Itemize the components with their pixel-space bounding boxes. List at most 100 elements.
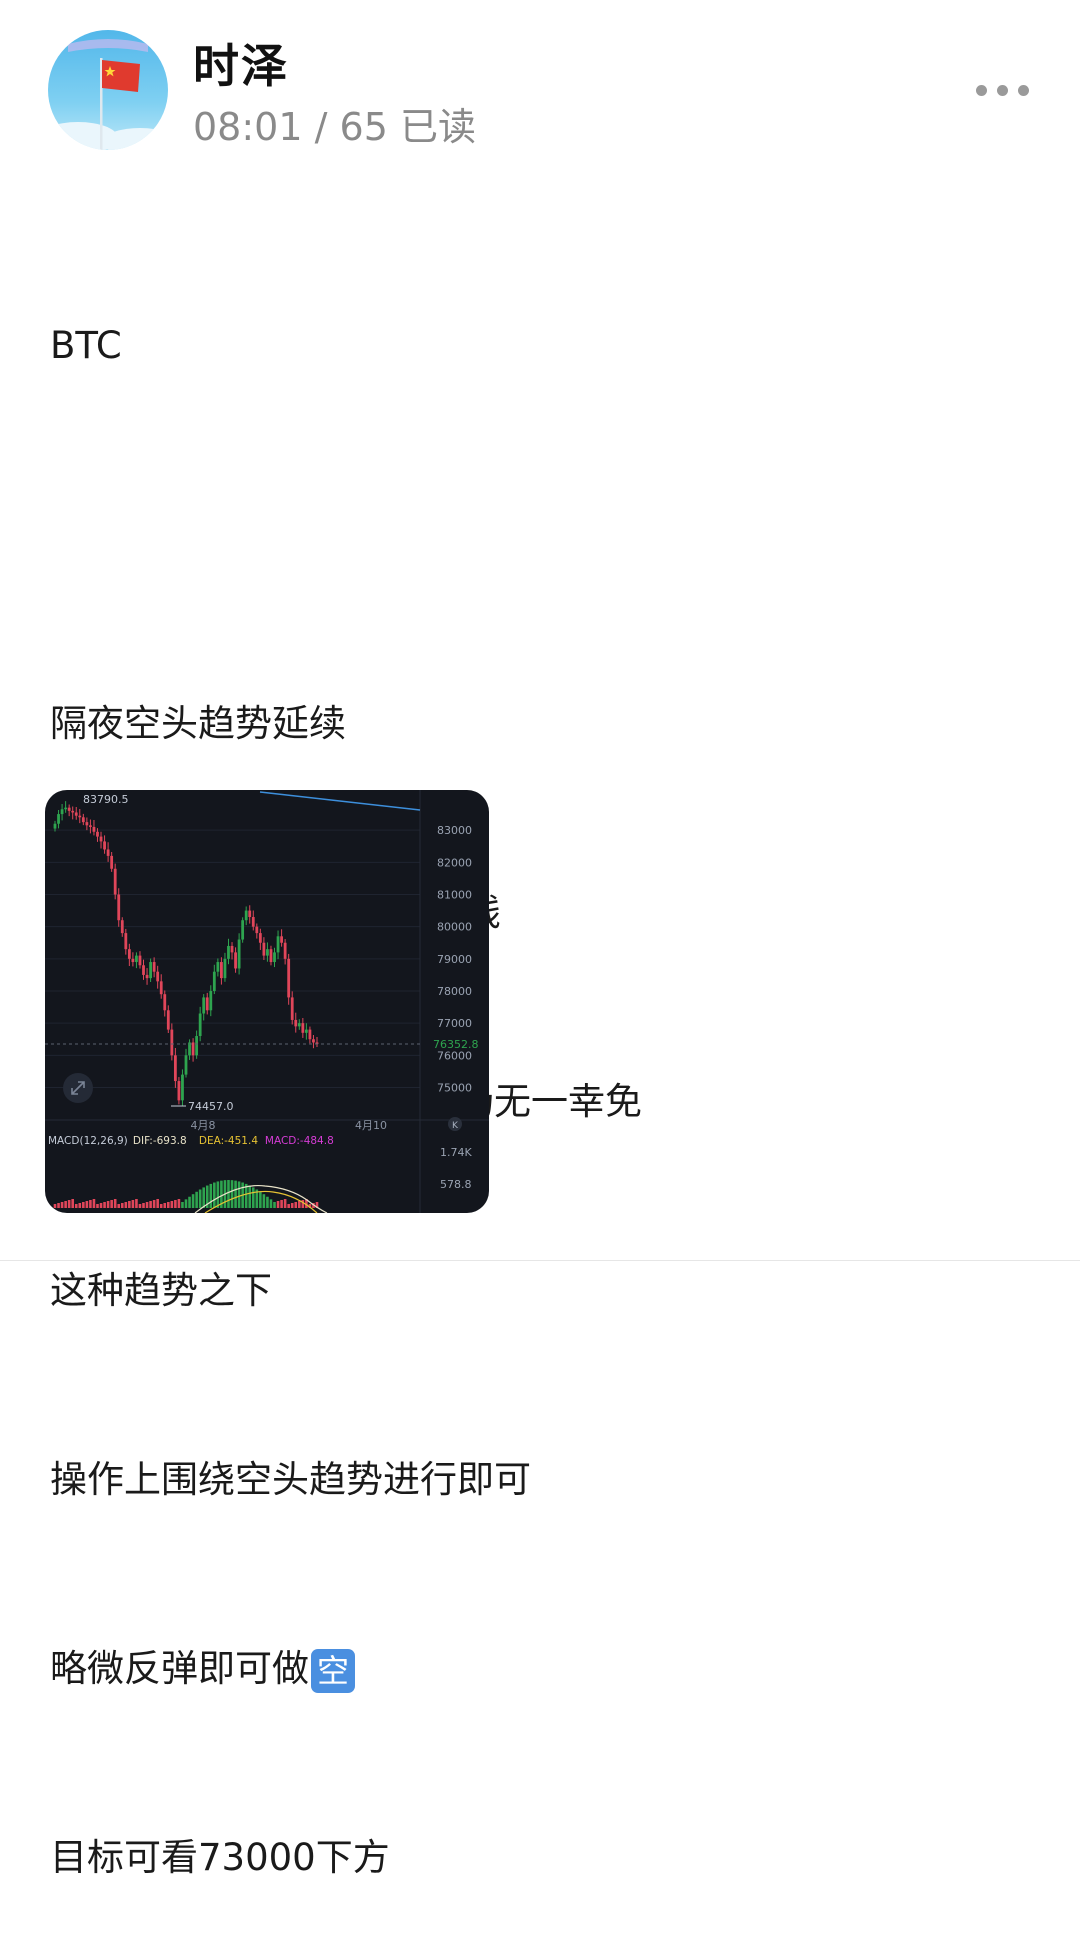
macd-histogram-bar — [283, 1199, 287, 1208]
candle-body — [78, 815, 82, 818]
macd-histogram-bar — [82, 1202, 85, 1208]
candle-body — [64, 807, 68, 810]
macd-histogram-bar — [198, 1189, 202, 1208]
candle-body — [251, 917, 255, 927]
post-time: 08:01 — [193, 105, 303, 149]
candle-body — [273, 952, 276, 963]
post-line: 目标可看73000下方 — [50, 1836, 390, 1879]
macd-histogram-bar — [163, 1203, 167, 1208]
avatar[interactable] — [48, 30, 168, 150]
macd-histogram-bar — [297, 1201, 301, 1208]
candle-body — [120, 920, 124, 934]
macd-histogram-bar — [85, 1201, 89, 1208]
post-line: BTC — [50, 324, 122, 367]
macd-histogram-bar — [74, 1204, 78, 1208]
post-line: 这种趋势之下 — [50, 1269, 272, 1312]
macd-histogram-bar — [213, 1182, 216, 1208]
username[interactable]: 时泽 — [193, 30, 289, 96]
candle-body — [67, 807, 71, 811]
macd-histogram-bar — [227, 1180, 230, 1208]
candle-body — [276, 936, 280, 953]
post-line — [50, 503, 642, 566]
macd-histogram-bar — [110, 1200, 113, 1208]
candle-body — [156, 971, 160, 982]
more-options-button[interactable] — [966, 72, 1038, 108]
candle-body — [202, 997, 206, 1014]
macd-histogram-bar — [188, 1196, 191, 1208]
macd-legend-text: MACD:-484.8 — [265, 1135, 334, 1147]
candle-body — [96, 831, 99, 837]
candle-body — [85, 822, 89, 826]
kong-emoji-icon: 空 — [311, 1648, 355, 1693]
candle-body — [127, 949, 131, 959]
candle-body — [308, 1029, 312, 1040]
last-price-label: 76352.8 — [433, 1038, 479, 1051]
candle-body — [297, 1023, 301, 1027]
macd-histogram-bar — [106, 1201, 110, 1208]
candle-body — [138, 955, 142, 966]
candle-body — [248, 910, 252, 918]
macd-histogram-bar — [124, 1202, 128, 1208]
candle-body — [163, 994, 167, 1011]
y-tick-label: 78000 — [437, 985, 472, 998]
more-dot-icon — [1017, 84, 1029, 96]
candle-body — [173, 1055, 177, 1082]
candle-body — [216, 962, 220, 972]
read-count: 65 — [339, 105, 388, 149]
post-line: 隔夜空头趋势延续 — [50, 702, 346, 745]
macd-histogram-bar — [96, 1204, 99, 1208]
candle-body — [255, 926, 259, 934]
candle-body — [159, 981, 163, 995]
candle-body — [304, 1029, 308, 1033]
candle-body — [230, 945, 234, 953]
macd-histogram-bar — [216, 1181, 220, 1208]
macd-histogram-bar — [138, 1204, 142, 1208]
macd-histogram-bar — [259, 1191, 262, 1208]
candle-body — [191, 1042, 195, 1056]
macd-histogram-bar — [78, 1203, 82, 1208]
x-axis-label: 4月10 — [355, 1119, 387, 1132]
macd-histogram-bar — [152, 1200, 156, 1208]
macd-histogram-bar — [103, 1202, 106, 1208]
macd-histogram-bar — [248, 1185, 252, 1208]
post-meta: 08:01 / 65 已读 — [193, 96, 476, 151]
divider — [0, 1260, 1080, 1261]
candle-body — [177, 1081, 181, 1101]
macd-histogram-bar — [99, 1203, 103, 1208]
macd-legend-text: DEA:-451.4 — [199, 1135, 258, 1147]
macd-histogram-bar — [202, 1187, 206, 1208]
macd-histogram-bar — [117, 1204, 121, 1208]
macd-histogram-bar — [89, 1200, 92, 1208]
macd-histogram-bar — [159, 1204, 163, 1208]
candle-body — [220, 962, 223, 979]
macd-histogram-bar — [195, 1191, 198, 1208]
candle-body — [142, 965, 145, 975]
macd-histogram-bar — [113, 1199, 117, 1208]
macd-histogram-bar — [290, 1203, 294, 1208]
y-tick-label: 79000 — [437, 953, 472, 966]
macd-histogram-bar — [128, 1201, 131, 1208]
macd-histogram-bar — [181, 1202, 184, 1208]
candle-body — [181, 1074, 184, 1101]
macd-histogram-bar — [71, 1199, 75, 1208]
candlestick-chart: 83000 82000 81000 80000 79000 78000 77000 76000… — [45, 790, 489, 1213]
candle-body — [74, 812, 78, 816]
post-line: 操作上围绕空头趋势进行即可 — [50, 1458, 531, 1501]
macd-histogram-bar — [57, 1203, 60, 1208]
candle-body — [106, 849, 110, 856]
macd-histogram-bar — [131, 1200, 135, 1208]
candle-body — [99, 836, 103, 842]
macd-histogram-bar — [251, 1187, 255, 1208]
chart-image[interactable]: 83000 82000 81000 80000 79000 78000 77000 76000… — [45, 790, 489, 1213]
macd-histogram-bar — [191, 1194, 195, 1208]
moving-average-line — [259, 791, 421, 811]
candle-body — [212, 971, 216, 991]
candle-body — [53, 823, 57, 829]
macd-histogram-bar — [273, 1202, 276, 1208]
y-tick-label: 81000 — [437, 888, 472, 901]
macd-histogram-bar — [156, 1199, 159, 1208]
candle-body — [89, 825, 92, 827]
candle-body — [209, 990, 213, 1011]
candle-body — [57, 814, 60, 824]
candle-body — [81, 817, 85, 823]
